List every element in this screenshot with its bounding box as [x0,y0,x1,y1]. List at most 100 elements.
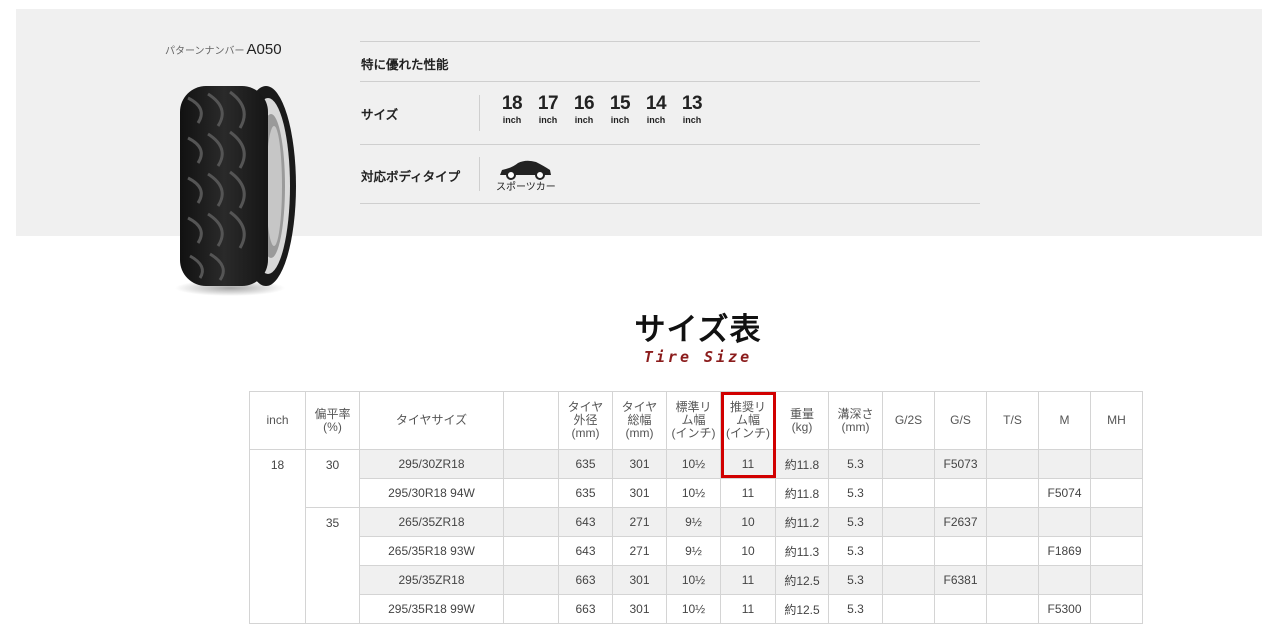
table-row: 295/30R18 94W 635 301 10½ 11 約11.8 5.3 F… [250,478,1143,508]
cell-diameter: 643 [558,507,613,537]
header-m: M [1038,391,1091,450]
cell-g2s [882,594,935,624]
cell-ts [986,449,1039,479]
cell-m [1038,507,1091,537]
spec-separator [479,95,480,131]
cell-rec-rim: 11 [720,594,776,624]
cell-gs [934,536,987,566]
spec-divider [360,203,980,204]
cell-size: 295/35ZR18 [359,565,504,595]
cell-inch: 18 [249,449,306,624]
cell-rec-rim: 11 [720,449,776,479]
cell-std-rim: 9½ [666,536,721,566]
inch-list: 18 inch 17 inch 16 inch 15 inch 14 inch 13 inc… [494,93,710,125]
spec-divider [360,144,980,145]
page-subtitle: Tire Size [643,348,753,366]
cell-g2s [882,536,935,566]
cell-weight: 約11.8 [775,449,829,479]
cell-blank [503,565,559,595]
cell-rec-rim: 11 [720,565,776,595]
cell-blank [503,478,559,508]
cell-depth: 5.3 [828,449,883,479]
cell-ts [986,536,1039,566]
cell-mh [1090,536,1143,566]
cell-gs[interactable]: F2637 [934,507,987,537]
header-diameter: タイヤ 外径 (mm) [558,391,613,450]
cell-blank [503,449,559,479]
cell-mh [1090,449,1143,479]
cell-depth: 5.3 [828,536,883,566]
cell-aspect: 30 [305,449,360,508]
header-blank [503,391,559,450]
cell-mh [1090,507,1143,537]
inch-item[interactable]: 18 inch [494,93,530,125]
cell-g2s [882,478,935,508]
cell-width: 301 [612,594,667,624]
cell-aspect: 35 [305,507,360,624]
header-std-rim: 標準リ ム幅 (インチ) [666,391,721,450]
cell-weight: 約11.2 [775,507,829,537]
table-row: 295/35R18 99W 663 301 10½ 11 約12.5 5.3 F… [250,594,1143,624]
cell-rec-rim: 10 [720,536,776,566]
cell-blank [503,536,559,566]
header-ts: T/S [986,391,1039,450]
header-inch: inch [249,391,306,450]
size-label: サイズ [361,108,399,122]
cell-mh [1090,565,1143,595]
pattern-code: A050 [246,41,282,58]
cell-weight: 約12.5 [775,594,829,624]
cell-rec-rim: 10 [720,507,776,537]
cell-width: 271 [612,536,667,566]
inch-item[interactable]: 16 inch [566,93,602,125]
spec-divider [360,41,980,42]
cell-gs[interactable]: F5073 [934,449,987,479]
cell-mh [1090,594,1143,624]
cell-std-rim: 9½ [666,507,721,537]
table-row: 18 30 295/30ZR18 635 301 10½ 11 約11.8 5.… [249,449,1143,624]
cell-m[interactable]: F5300 [1038,594,1091,624]
cell-ts [986,507,1039,537]
inch-item[interactable]: 13 inch [674,93,710,125]
performance-label: 特に優れた性能 [361,58,449,72]
cell-gs[interactable]: F6381 [934,565,987,595]
header-mh: MH [1090,391,1143,450]
body-type-text: スポーツカー [496,182,556,193]
inch-item[interactable]: 15 inch [602,93,638,125]
cell-size: 265/35ZR18 [359,507,504,537]
cell-std-rim: 10½ [666,594,721,624]
cell-m[interactable]: F5074 [1038,478,1091,508]
cell-g2s [882,507,935,537]
table-row: 265/35R18 93W 643 271 9½ 10 約11.3 5.3 F1… [250,536,1143,566]
cell-rec-rim: 11 [720,478,776,508]
cell-g2s [882,565,935,595]
cell-width: 301 [612,565,667,595]
cell-size: 295/35R18 99W [359,594,504,624]
cell-width: 301 [612,478,667,508]
cell-width: 271 [612,507,667,537]
cell-depth: 5.3 [828,507,883,537]
cell-blank [503,594,559,624]
cell-m[interactable]: F1869 [1038,536,1091,566]
pattern-number: パターンナンバー A050 [165,41,282,58]
header-rec-rim: 推奨リ ム幅 (インチ) [720,391,776,450]
header-gs: G/S [934,391,987,450]
cell-gs [934,478,987,508]
cell-diameter: 643 [558,536,613,566]
cell-diameter: 663 [558,594,613,624]
cell-g2s [882,449,935,479]
cell-gs [934,594,987,624]
tire-image [175,86,296,296]
cell-std-rim: 10½ [666,478,721,508]
size-table: inch 偏平率 (%) タイヤサイズ タイヤ 外径 (mm) タイヤ 総幅 (… [249,391,1143,624]
cell-diameter: 635 [558,478,613,508]
header-aspect: 偏平率 (%) [305,391,360,450]
cell-size: 295/30ZR18 [359,449,504,479]
cell-std-rim: 10½ [666,449,721,479]
page-title: サイズ表 [634,312,762,348]
inch-item[interactable]: 14 inch [638,93,674,125]
cell-diameter: 663 [558,565,613,595]
cell-diameter: 635 [558,449,613,479]
cell-ts [986,478,1039,508]
inch-item[interactable]: 17 inch [530,93,566,125]
cell-blank [503,507,559,537]
